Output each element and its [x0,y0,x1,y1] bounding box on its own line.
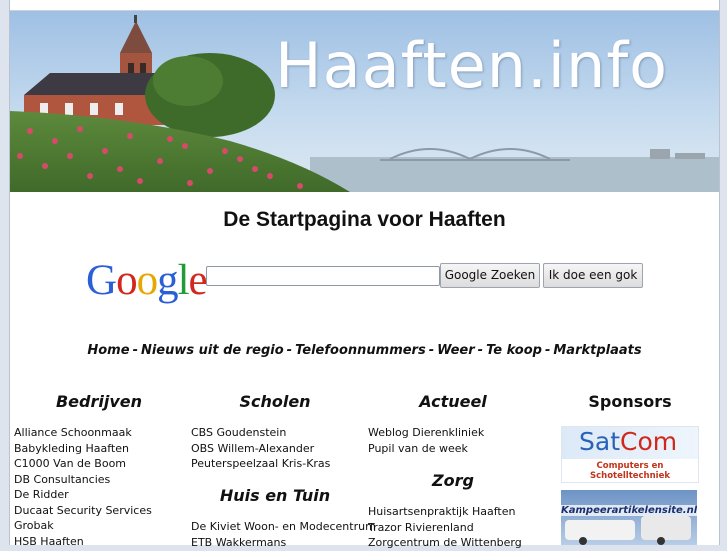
google-logo-letter: e [188,257,208,304]
kampeerartikelen-label: Kampeerartikelensite.nl [561,505,697,516]
main-nav: Home - Nieuws uit de regio - Telefoonnummers… [10,343,719,358]
satcom-tagline: Computers en Schotelltechniek [589,461,670,481]
google-logo-letter: l [177,257,190,304]
nav-te-koop[interactable]: Te koop [486,343,542,358]
nav-marktplaats[interactable]: Marktplaats [553,343,641,358]
nav-separator: - [477,343,484,358]
bedrijven-list: Alliance Schoonmaak Babykleding Haaften … [14,425,152,549]
list-item[interactable]: De Ridder [14,487,152,503]
sponsors-title: Sponsors [588,392,672,411]
caravan-icon [565,516,691,545]
actueel-list: Weblog Dierenkliniek Pupil van de week [368,425,484,456]
nav-separator: - [544,343,551,358]
list-item[interactable]: C1000 Van de Boom [14,456,152,472]
zorg-title: Zorg [432,471,474,490]
google-logo: Google [86,256,208,305]
list-item[interactable]: Grobak [14,518,152,534]
list-item[interactable]: DB Consultancies [14,472,152,488]
satcom-logo-sat: Sat [579,427,620,456]
list-item[interactable]: ETB Wakkermans [191,535,376,551]
satcom-sponsor-banner[interactable]: SatCom Computers en Schotelltechniek [561,426,699,483]
nav-home[interactable]: Home [87,343,129,358]
nav-separator: - [286,343,293,358]
satcom-logo: SatCom [579,427,677,456]
header-banner: Haaften.info [10,11,719,192]
list-item[interactable]: OBS Willem-Alexander [191,441,330,457]
bedrijven-title: Bedrijven [55,392,143,411]
top-strip [10,0,719,11]
list-item[interactable]: Ducaat Security Services [14,503,152,519]
kampeerartikelen-sponsor-banner[interactable]: Kampeerartikelensite.nl [561,490,697,545]
nav-telefoonnummers[interactable]: Telefoonnummers [295,343,426,358]
list-item[interactable]: Zorgcentrum de Wittenberg [368,535,522,551]
nav-separator: - [428,343,435,358]
google-logo-letter: o [116,257,137,304]
google-logo-letter: G [86,257,117,304]
list-item[interactable]: Peuterspeelzaal Kris-Kras [191,456,330,472]
page-heading: De Startpagina voor Haaften [223,208,506,231]
google-search-button[interactable]: Google Zoeken [440,263,540,288]
feeling-lucky-button[interactable]: Ik doe een gok [543,263,643,288]
list-item[interactable]: De Kiviet Woon- en Modecentrum [191,519,376,535]
huis-tuin-title: Huis en Tuin [219,486,331,505]
list-item[interactable]: Trazor Rivierenland [368,520,522,536]
nav-nieuws[interactable]: Nieuws uit de regio [141,343,284,358]
list-item[interactable]: Huisartsenpraktijk Haaften [368,504,522,520]
list-item[interactable]: Pupil van de week [368,441,484,457]
scholen-list: CBS Goudenstein OBS Willem-Alexander Peu… [191,425,330,472]
zorg-list: Huisartsenpraktijk Haaften Trazor Rivier… [368,504,522,551]
list-item[interactable]: Babykleding Haaften [14,441,152,457]
scholen-title: Scholen [239,392,311,411]
google-logo-letter: o [136,257,158,304]
actueel-title: Actueel [419,392,487,411]
nav-separator: - [132,343,138,358]
nav-weer[interactable]: Weer [437,343,475,358]
list-item[interactable]: Alliance Schoonmaak [14,425,152,441]
google-search-input[interactable] [206,266,440,286]
list-item[interactable]: HSB Haaften [14,534,152,550]
site-title: Haaften.info [275,29,669,102]
huis-tuin-list: De Kiviet Woon- en Modecentrum ETB Wakke… [191,519,376,550]
google-logo-letter: g [157,257,178,304]
satcom-logo-com: Com [620,427,678,456]
list-item[interactable]: Weblog Dierenkliniek [368,425,484,441]
list-item[interactable]: CBS Goudenstein [191,425,330,441]
page-container: Haaften.info De Startpagina voor Haaften… [9,0,720,549]
